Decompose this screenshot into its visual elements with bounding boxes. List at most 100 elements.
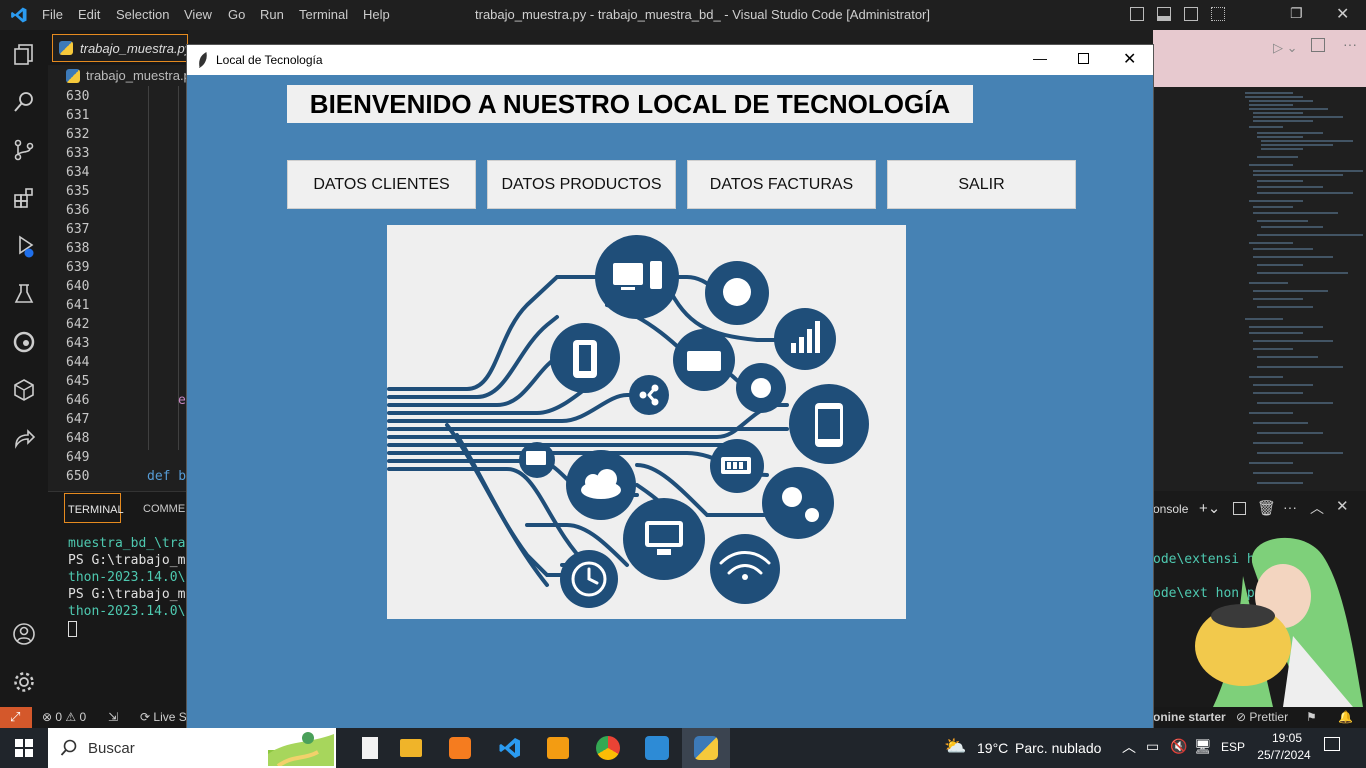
datos-productos-button[interactable]: DATOS PRODUCTOS <box>487 160 676 209</box>
testing-icon[interactable] <box>12 282 36 306</box>
ports-icon[interactable]: ⇲ <box>108 710 118 724</box>
sublime-text-icon[interactable] <box>547 737 569 759</box>
terminal-line: PS G:\trabajo_mue <box>68 587 202 602</box>
minimap-code-preview <box>1245 92 1363 484</box>
explorer-icon[interactable] <box>12 42 36 66</box>
vscode-taskbar-icon[interactable] <box>498 736 522 760</box>
terminal-line: PS G:\trabajo_mue <box>68 553 202 568</box>
clock-time[interactable]: 19:05 <box>1262 731 1312 745</box>
line-number: 643 <box>66 336 90 351</box>
toggle-primary-sidebar-icon[interactable] <box>1130 7 1144 21</box>
chrome-icon[interactable] <box>596 736 620 760</box>
source-control-icon[interactable] <box>12 138 36 162</box>
line-number: 636 <box>66 203 90 218</box>
search-highlight-illustration <box>268 732 334 766</box>
accounts-icon[interactable] <box>12 622 36 646</box>
tab-comments[interactable]: COMMEN <box>143 503 193 515</box>
run-python-icon[interactable]: ▷ ⌄ <box>1273 40 1298 56</box>
more-icon[interactable]: ··· <box>1283 499 1297 515</box>
edge-browser-icon[interactable] <box>12 330 36 354</box>
extensions-icon[interactable] <box>12 186 36 210</box>
windows-start-icon[interactable] <box>15 739 33 757</box>
vscode-titlebar: File Edit Selection View Go Run Terminal… <box>0 0 1366 30</box>
minimize-icon[interactable]: — <box>1033 50 1047 66</box>
window-title: trabajo_muestra.py - trabajo_muestra_bd_… <box>475 7 930 22</box>
maximize-panel-icon[interactable]: ︿ <box>1310 498 1324 518</box>
line-number: 633 <box>66 146 90 161</box>
show-hidden-icons[interactable]: ︿ <box>1122 737 1136 757</box>
minimap[interactable] <box>1153 87 1366 491</box>
menu-edit[interactable]: Edit <box>78 7 100 22</box>
weather-icon[interactable]: ⛅ <box>944 736 966 757</box>
remote-indicator[interactable]: ⤢ <box>0 707 32 728</box>
weather-temperature[interactable]: 19°C <box>977 740 1008 756</box>
technology-illustration <box>387 225 906 619</box>
datos-facturas-button[interactable]: DATOS FACTURAS <box>687 160 876 209</box>
clock-date[interactable]: 25/7/2024 <box>1252 748 1316 762</box>
notification-center-icon[interactable] <box>1324 737 1340 751</box>
live-share-icon[interactable] <box>12 426 36 450</box>
meet-now-icon[interactable]: ▭ <box>1146 738 1159 755</box>
editor-actions-bar: ▷ ⌄ ··· <box>1153 30 1366 87</box>
feedback-icon[interactable]: ⚑ <box>1306 710 1317 724</box>
menu-run[interactable]: Run <box>260 7 284 22</box>
file-explorer-icon[interactable] <box>400 739 422 757</box>
toggle-panel-icon[interactable] <box>1157 7 1171 21</box>
status-extension[interactable]: onine starter <box>1153 710 1226 724</box>
split-terminal-icon[interactable] <box>1233 502 1246 515</box>
customize-layout-icon[interactable] <box>1211 7 1225 21</box>
close-icon[interactable]: ✕ <box>1123 49 1136 69</box>
more-actions-icon[interactable]: ··· <box>1343 36 1357 52</box>
toggle-secondary-sidebar-icon[interactable] <box>1184 7 1198 21</box>
tab-label: trabajo_muestra.py <box>80 41 192 56</box>
close-window-icon[interactable]: ✕ <box>1336 4 1349 24</box>
new-terminal-icon[interactable]: +⌄ <box>1199 499 1220 517</box>
trash-icon[interactable]: 🗑 <box>1257 499 1276 517</box>
split-editor-icon[interactable] <box>1311 38 1325 52</box>
code-editor[interactable]: 630 631 632 633 634 635 636 637 638 639 … <box>48 86 188 491</box>
tab-terminal[interactable]: TERMINAL <box>64 493 124 523</box>
maximize-icon[interactable] <box>1078 53 1089 64</box>
editor-tab[interactable]: trabajo_muestra.py <box>52 34 192 62</box>
tk-window-title: Local de Tecnología <box>216 53 323 67</box>
activity-bar <box>0 30 48 707</box>
settings-gear-icon[interactable] <box>12 670 36 694</box>
menu-go[interactable]: Go <box>228 7 245 22</box>
network-icon[interactable]: 🖥 <box>1194 738 1212 755</box>
language-indicator[interactable]: ESP <box>1221 740 1245 754</box>
breadcrumb-file[interactable]: trabajo_muestra.py <box>86 68 197 83</box>
python-icon <box>694 736 718 760</box>
error-count: 0 <box>55 710 63 724</box>
run-debug-icon[interactable] <box>12 234 36 258</box>
line-number: 642 <box>66 317 90 332</box>
restore-window-icon[interactable]: ❐ <box>1290 5 1303 22</box>
python-file-icon <box>66 69 80 83</box>
tab-terminal-label: TERMINAL <box>68 504 124 516</box>
python-taskbar-item[interactable] <box>682 728 730 768</box>
line-number: 638 <box>66 241 90 256</box>
notifications-bell-icon[interactable]: 🔔 <box>1338 710 1353 724</box>
prettier-status[interactable]: ⊘ Prettier <box>1236 710 1288 724</box>
salir-button[interactable]: SALIR <box>887 160 1076 209</box>
xampp-icon[interactable] <box>449 737 471 759</box>
live-share-status[interactable]: ⟳ Live S <box>140 710 187 724</box>
weather-description[interactable]: Parc. nublado <box>1015 740 1101 756</box>
datos-clientes-button[interactable]: DATOS CLIENTES <box>287 160 476 209</box>
problems-errors[interactable]: ⊗ 0 ⚠ 0 <box>42 710 86 724</box>
file-app-icon[interactable] <box>362 737 378 759</box>
menu-help[interactable]: Help <box>363 7 390 22</box>
taskbar-search-box[interactable]: Buscar <box>48 728 336 768</box>
line-number: 631 <box>66 108 90 123</box>
breadcrumb[interactable]: trabajo_muestra.py <box>48 66 197 86</box>
menu-terminal[interactable]: Terminal <box>299 7 348 22</box>
volume-muted-icon[interactable]: 🔇 <box>1170 738 1187 755</box>
menu-view[interactable]: View <box>184 7 212 22</box>
photos-icon[interactable] <box>645 736 669 760</box>
remote-explorer-icon[interactable] <box>12 378 36 402</box>
search-icon[interactable] <box>12 90 36 114</box>
page-title: BIENVENIDO A NUESTRO LOCAL DE TECNOLOGÍA <box>287 85 973 123</box>
menu-selection[interactable]: Selection <box>116 7 169 22</box>
close-panel-icon[interactable]: ✕ <box>1336 497 1349 515</box>
menu-file[interactable]: File <box>42 7 63 22</box>
debug-console-tab[interactable]: onsole <box>1153 502 1188 516</box>
